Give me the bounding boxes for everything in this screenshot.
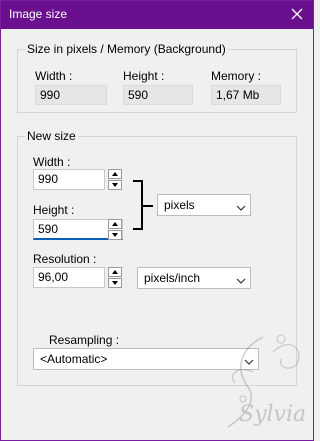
arrow-down-icon	[112, 281, 118, 285]
current-width-value: 990	[35, 85, 107, 105]
arrow-up-icon	[112, 222, 118, 226]
current-height-value: 590	[123, 85, 193, 105]
width-stepper[interactable]	[108, 169, 122, 191]
memory-value: 1,67 Mb	[211, 85, 281, 105]
arrow-up-icon	[112, 270, 118, 274]
resolution-increment-button[interactable]	[108, 267, 122, 277]
new-width-label: Width :	[33, 155, 71, 169]
resolution-decrement-button[interactable]	[108, 278, 122, 288]
memory-label: Memory :	[211, 69, 262, 83]
resolution-field[interactable]: 96,00	[33, 267, 105, 288]
width-increment-button[interactable]	[108, 169, 122, 179]
new-width-field[interactable]: 990	[33, 169, 105, 190]
height-increment-button[interactable]	[108, 219, 122, 229]
current-size-legend: Size in pixels / Memory (Background)	[25, 42, 228, 56]
resolution-unit-dropdown[interactable]: pixels/inch	[137, 267, 251, 289]
chevron-down-icon	[236, 200, 246, 214]
watermark-text: Sylvia	[239, 402, 306, 427]
window-title: Image size	[9, 7, 68, 21]
resolution-label: Resolution :	[33, 252, 97, 266]
height-decrement-button[interactable]	[108, 230, 122, 240]
aspect-link-connector	[143, 205, 153, 207]
units-selected: pixels	[164, 198, 195, 212]
close-button[interactable]	[287, 4, 307, 24]
current-height-label: Height :	[123, 69, 165, 83]
resampling-label: Resampling :	[49, 333, 120, 347]
arrow-down-icon	[112, 183, 118, 187]
aspect-link-bracket	[133, 180, 143, 230]
arrow-down-icon	[112, 233, 118, 237]
arrow-up-icon	[112, 172, 118, 176]
watermark: Sylvia	[203, 317, 313, 440]
new-size-legend: New size	[25, 129, 78, 143]
units-dropdown[interactable]: pixels	[157, 194, 251, 216]
chevron-down-icon	[236, 273, 246, 287]
resampling-selected: <Automatic>	[40, 352, 108, 366]
resolution-unit-selected: pixels/inch	[144, 271, 201, 285]
image-size-dialog: Image size Size in pixels / Memory (Back…	[0, 0, 314, 441]
close-icon	[291, 8, 303, 20]
title-bar: Image size	[1, 1, 313, 29]
height-stepper[interactable]	[108, 219, 122, 241]
width-decrement-button[interactable]	[108, 180, 122, 190]
current-width-label: Width :	[35, 69, 73, 83]
resolution-stepper[interactable]	[108, 267, 122, 289]
new-height-label: Height :	[33, 203, 75, 217]
